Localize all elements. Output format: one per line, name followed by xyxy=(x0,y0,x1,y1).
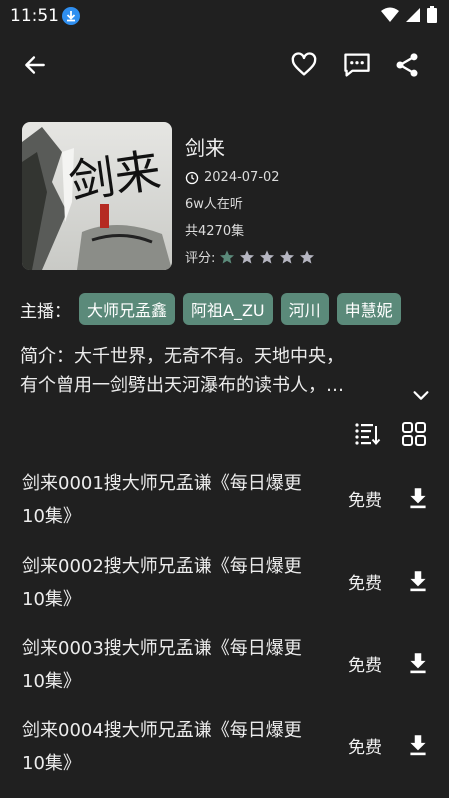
hosts-label: 主播： xyxy=(20,301,71,322)
publish-date: 2024-07-02 xyxy=(204,170,280,185)
grid-view-icon xyxy=(402,422,426,446)
download-icon xyxy=(62,7,80,25)
episode-row[interactable]: 剑来0004搜大师兄孟谦《每日爆更 10集》 免费 xyxy=(22,714,427,794)
listener-count: 6w人在听 xyxy=(185,197,243,212)
status-bar: 11:51 xyxy=(0,0,449,32)
episode-title: 剑来0004搜大师兄孟谦《每日爆更 10集》 xyxy=(22,714,342,780)
sort-button[interactable] xyxy=(353,420,381,452)
host-chip[interactable]: 河川 xyxy=(280,293,329,325)
book-info: 剑来 2024-07-02 6w人在听 共4270集 评分: xyxy=(185,132,315,266)
star-icon xyxy=(220,249,235,264)
clock-icon xyxy=(185,171,199,184)
signal-icon xyxy=(406,7,420,22)
comment-icon xyxy=(344,53,370,77)
favorite-button[interactable] xyxy=(286,47,322,83)
episode-title: 剑来0002搜大师兄孟谦《每日爆更 10集》 xyxy=(22,550,342,616)
host-chip[interactable]: 大师兄孟鑫 xyxy=(79,293,176,325)
episode-title-line: 剑来0003搜大师兄孟谦《每日爆更 xyxy=(22,638,302,659)
rating-label: 评分: xyxy=(185,251,216,266)
episode-price: 免费 xyxy=(348,574,382,594)
episode-download-button[interactable] xyxy=(405,568,431,594)
star-icon xyxy=(300,249,315,264)
book-cover[interactable]: 剑来 xyxy=(22,122,172,270)
back-button[interactable] xyxy=(17,47,53,83)
heart-icon xyxy=(291,52,317,76)
episode-count: 共4270集 xyxy=(185,224,245,239)
star-icon xyxy=(280,249,295,264)
episode-price: 免费 xyxy=(348,656,382,676)
host-chip[interactable]: 阿祖A_ZU xyxy=(183,293,273,325)
episode-row[interactable]: 剑来0001搜大师兄孟谦《每日爆更 10集》 免费 xyxy=(22,467,427,547)
sort-list-icon xyxy=(355,423,381,446)
episode-title-line: 剑来0004搜大师兄孟谦《每日爆更 xyxy=(22,720,302,741)
wifi-icon xyxy=(381,7,399,22)
book-title: 剑来 xyxy=(185,136,225,160)
episode-title-line: 剑来0002搜大师兄孟谦《每日爆更 xyxy=(22,556,302,577)
toolbar xyxy=(0,40,449,90)
rating: 评分: xyxy=(185,247,315,266)
share-button[interactable] xyxy=(389,47,425,83)
status-time: 11:51 xyxy=(10,6,59,26)
star-icon xyxy=(260,249,275,264)
download-icon xyxy=(410,571,426,592)
battery-icon xyxy=(427,6,437,23)
grid-view-button[interactable] xyxy=(400,420,428,452)
episode-download-button[interactable] xyxy=(405,732,431,758)
episode-price: 免费 xyxy=(348,738,382,758)
expand-intro-button[interactable] xyxy=(410,384,432,406)
episode-title: 剑来0003搜大师兄孟谦《每日爆更 10集》 xyxy=(22,632,342,698)
episode-title-line: 剑来0001搜大师兄孟谦《每日爆更 xyxy=(22,473,302,494)
download-icon xyxy=(410,653,426,674)
episode-title-line: 10集》 xyxy=(22,753,81,774)
episode-title-line: 10集》 xyxy=(22,506,81,527)
star-icon xyxy=(240,249,255,264)
episode-title: 剑来0001搜大师兄孟谦《每日爆更 10集》 xyxy=(22,467,342,533)
download-icon xyxy=(410,488,426,509)
episode-title-line: 10集》 xyxy=(22,671,81,692)
intro-line: 有个曾用一剑劈出天河瀑布的读书人，… xyxy=(20,375,344,396)
back-arrow-icon xyxy=(25,56,45,74)
episode-download-button[interactable] xyxy=(405,485,431,511)
episode-row[interactable]: 剑来0003搜大师兄孟谦《每日爆更 10集》 免费 xyxy=(22,632,427,712)
episode-download-button[interactable] xyxy=(405,650,431,676)
comment-button[interactable] xyxy=(339,47,375,83)
chevron-down-icon xyxy=(413,391,429,400)
book-intro: 简介：大千世界，无奇不有。天地中央， 有个曾用一剑劈出天河瀑布的读书人，… xyxy=(20,342,415,400)
download-icon xyxy=(410,735,426,756)
intro-line: 简介：大千世界，无奇不有。天地中央， xyxy=(20,346,344,367)
episode-row[interactable]: 剑来0002搜大师兄孟谦《每日爆更 10集》 免费 xyxy=(22,550,427,630)
episode-title-line: 10集》 xyxy=(22,589,81,610)
share-icon xyxy=(396,53,418,77)
host-chip[interactable]: 申慧妮 xyxy=(336,293,401,325)
episode-price: 免费 xyxy=(348,491,382,511)
hosts-row: 主播： 大师兄孟鑫 阿祖A_ZU 河川 申慧妮 xyxy=(20,293,401,325)
